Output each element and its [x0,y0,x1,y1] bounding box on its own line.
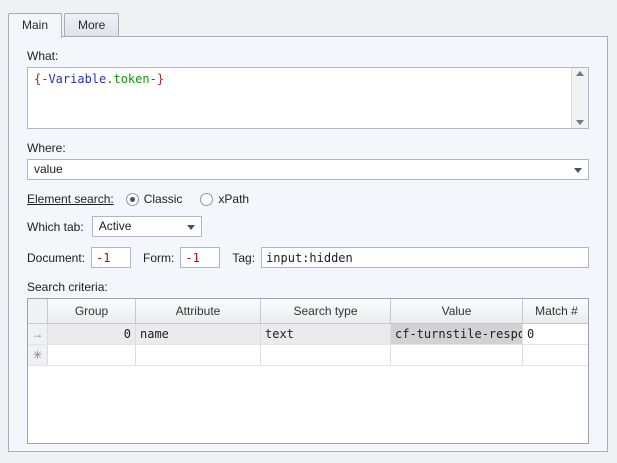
element-search-row: Element search: Classic xPath [27,192,589,206]
tag-input[interactable] [261,247,589,268]
cell-value[interactable]: cf-turnstile-response [391,324,523,344]
chevron-down-icon [187,225,195,230]
document-form-tag-row: Document: Form: Tag: [27,247,589,268]
search-criteria-label: Search criteria: [27,280,589,294]
grid-indicator-header [28,299,48,323]
cell-search-type[interactable]: text [261,324,391,344]
radio-classic-label: Classic [144,192,183,206]
column-header-attribute[interactable]: Attribute [136,299,261,323]
document-input[interactable] [91,247,131,268]
current-row-arrow-icon: → [28,324,48,344]
cell-match[interactable]: 0 [523,324,589,344]
new-row[interactable]: ✳ [28,345,588,366]
form-input[interactable] [180,247,220,268]
code-open: {- [34,72,48,86]
radio-xpath-label: xPath [218,192,249,206]
vertical-scrollbar[interactable] [571,68,588,128]
column-header-group[interactable]: Group [48,299,136,323]
tab-main[interactable]: Main [8,13,62,38]
tag-label: Tag: [232,251,255,265]
where-combobox[interactable]: value [27,159,589,180]
table-row[interactable]: → 0 name text cf-turnstile-response 0 [28,324,588,345]
scroll-up-icon[interactable] [576,71,584,76]
element-search-options: Classic xPath [126,192,249,206]
tab-strip: Main More [8,13,121,36]
new-row-asterisk-icon: ✳ [28,345,48,365]
cell-value-empty[interactable] [391,345,523,365]
cell-search-type-empty[interactable] [261,345,391,365]
which-tab-label: Which tab: [27,220,84,234]
scroll-down-icon[interactable] [576,120,584,125]
code-token: .token [106,72,149,86]
code-close: -} [150,72,164,86]
column-header-match[interactable]: Match # [523,299,589,323]
chevron-down-icon [574,168,582,173]
grid-header-row: Group Attribute Search type Value Match … [28,299,588,324]
column-header-value[interactable]: Value [391,299,523,323]
tab-more[interactable]: More [64,13,119,36]
search-criteria-grid: Group Attribute Search type Value Match … [27,298,589,444]
radio-selected-icon[interactable] [126,193,139,206]
document-label: Document: [27,251,85,265]
where-label: Where: [27,141,589,155]
element-search-label[interactable]: Element search: [27,192,114,206]
form-label: Form: [143,251,174,265]
column-header-search-type[interactable]: Search type [261,299,391,323]
dialog-window: Main More What: {-Variable.token-} Where… [0,0,617,463]
what-textarea[interactable]: {-Variable.token-} [27,67,589,129]
main-tab-page: What: {-Variable.token-} Where: value El… [8,36,608,452]
which-tab-row: Which tab: Active [27,216,589,237]
which-tab-combobox[interactable]: Active [92,216,202,237]
cell-group[interactable]: 0 [48,324,136,344]
radio-xpath[interactable]: xPath [200,192,249,206]
what-label: What: [27,49,589,63]
radio-classic[interactable]: Classic [126,192,183,206]
cell-attribute-empty[interactable] [136,345,261,365]
radio-unselected-icon[interactable] [200,193,213,206]
cell-match-empty[interactable] [523,345,589,365]
grid-empty-area [28,366,588,443]
which-tab-value: Active [99,219,132,233]
cell-group-empty[interactable] [48,345,136,365]
cell-attribute[interactable]: name [136,324,261,344]
where-value: value [34,162,63,176]
code-variable: Variable [48,72,106,86]
what-code: {-Variable.token-} [28,68,588,90]
